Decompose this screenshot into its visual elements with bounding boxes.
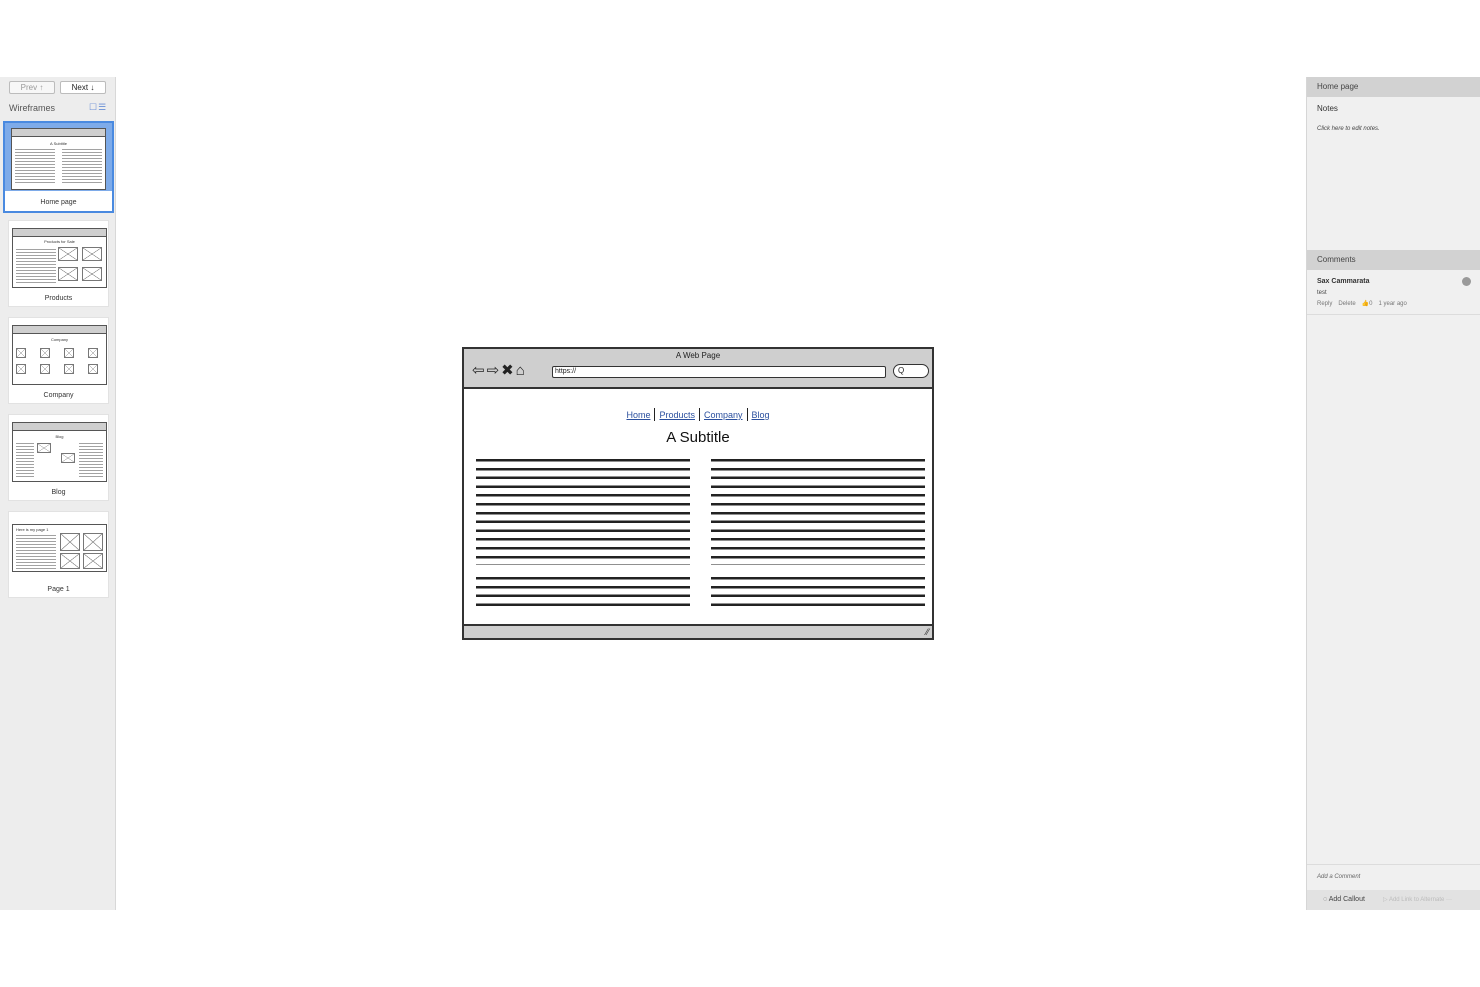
thumbnail-image-placeholder xyxy=(64,364,74,374)
page-subtitle: A Subtitle xyxy=(666,429,730,446)
thumbnail-label: Company xyxy=(43,392,74,399)
thumbnail-preview: Products for Sale xyxy=(12,228,107,288)
thumbnail-label: Products xyxy=(44,295,73,302)
thumbnail-products[interactable]: Products for Sale Products xyxy=(8,220,109,307)
thumbnail-image-placeholder xyxy=(37,443,51,453)
thumbnail-image-placeholder xyxy=(64,348,74,358)
sidebar-title: Wireframes xyxy=(9,103,56,113)
properties-panel: Home page Notes Click here to edit notes… xyxy=(1306,77,1480,910)
thumbnail-mini-title: Products for Sale xyxy=(44,239,75,244)
thumbnail-image-placeholder xyxy=(60,553,80,569)
thumbnail-image-placeholder xyxy=(16,364,26,374)
notes-label: Notes xyxy=(1317,104,1338,113)
url-field: https:// xyxy=(552,366,886,378)
next-button[interactable]: Next ↓ xyxy=(60,81,106,94)
divider xyxy=(1307,314,1480,315)
notes-field[interactable]: Click here to edit notes. xyxy=(1317,126,1380,132)
browser-status-bar: ⁄⁄ xyxy=(464,624,932,638)
thumbnail-image-placeholder xyxy=(60,533,80,551)
browser-chrome: A Web Page ⇦⇨✖⌂ https:// Q xyxy=(464,349,932,389)
thumbnail-chrome xyxy=(12,129,105,137)
thumbnail-label: Page 1 xyxy=(47,586,70,593)
thumbnail-lines xyxy=(16,443,34,477)
panel-footer: ◌ Add Callout ▷ Add Link to Alternate ··… xyxy=(1307,890,1480,910)
thumbnail-image-placeholder xyxy=(88,364,98,374)
comment-time: 1 year ago xyxy=(1378,301,1407,307)
link-blog: Blog xyxy=(751,410,770,420)
like-button[interactable]: 👍0 xyxy=(1362,301,1373,307)
thumbnail-image-placeholder xyxy=(58,247,78,261)
divider xyxy=(1307,864,1480,865)
resize-grip-icon: ⁄⁄ xyxy=(925,627,929,637)
add-callout-button[interactable]: ◌ Add Callout xyxy=(1323,896,1365,903)
comment-actions: Reply Delete 👍0 1 year ago xyxy=(1317,300,1413,307)
thumbnail-mini-title: A Subtitle xyxy=(50,141,67,146)
thumbnail-blog[interactable]: Blog Blog xyxy=(8,414,109,501)
thumbnail-image-placeholder xyxy=(82,267,102,281)
text-block-right xyxy=(711,459,925,565)
link-home: Home xyxy=(626,410,651,420)
thumbnail-image-placeholder xyxy=(83,553,103,569)
thumbnail-chrome xyxy=(13,423,106,431)
thumbnail-image-placeholder xyxy=(16,348,26,358)
window-title: A Web Page xyxy=(675,351,721,360)
thumbnail-image-placeholder xyxy=(82,247,102,261)
reply-link[interactable]: Reply xyxy=(1317,301,1332,307)
text-block-left-2 xyxy=(476,577,690,612)
thumbnail-label: Home page xyxy=(40,199,77,206)
thumbnail-chrome xyxy=(13,326,106,334)
thumbnail-preview: Here is my page 1 xyxy=(12,524,107,572)
thumbnail-company[interactable]: Company Company xyxy=(8,317,109,404)
thumbnail-home-page[interactable]: A Subtitle Home page xyxy=(3,121,114,213)
link-company: Company xyxy=(704,410,743,420)
thumbnail-page-1[interactable]: Here is my page 1 Page 1 xyxy=(8,511,109,598)
thumbnail-lines xyxy=(62,149,102,183)
delete-link[interactable]: Delete xyxy=(1338,301,1355,307)
thumbnail-lines xyxy=(16,535,56,569)
view-toggle-icon[interactable]: ☐☰ xyxy=(89,102,107,113)
thumbnail-image-placeholder xyxy=(40,364,50,374)
wireframes-sidebar: Prev ↑ Next ↓ Wireframes ☐☰ A Subtitle H… xyxy=(0,77,116,910)
thumbnail-chrome xyxy=(13,229,106,237)
link-bar: Home Products Company Blog xyxy=(464,408,932,421)
add-comment-input[interactable]: Add a Comment xyxy=(1317,874,1360,880)
thumbnail-preview: Company xyxy=(12,325,107,385)
avatar xyxy=(1462,277,1471,286)
text-block-right-2 xyxy=(711,577,925,612)
search-icon: Q xyxy=(893,364,929,378)
link-products: Products xyxy=(659,410,695,420)
add-link-button[interactable]: ▷ Add Link to Alternate ··· xyxy=(1383,896,1452,903)
thumbnail-image-placeholder xyxy=(83,533,103,551)
browser-nav-icons: ⇦⇨✖⌂ xyxy=(472,362,527,379)
page-name-header: Home page xyxy=(1307,77,1480,97)
thumbnail-image-placeholder xyxy=(58,267,78,281)
thumbnail-lines xyxy=(15,149,55,183)
thumbnail-preview: Blog xyxy=(12,422,107,482)
comment-author: Sax Cammarata xyxy=(1317,278,1370,285)
browser-wireframe[interactable]: A Web Page ⇦⇨✖⌂ https:// Q Home Products C… xyxy=(462,347,934,640)
thumbnail-lines xyxy=(16,249,56,283)
comment-text: test xyxy=(1317,290,1327,296)
thumbnail-mini-title: Company xyxy=(50,337,69,342)
thumbnail-mini-title: Blog xyxy=(55,434,64,439)
thumbnail-image-placeholder xyxy=(61,453,75,463)
page-navigation: Prev ↑ Next ↓ xyxy=(9,81,106,94)
text-block-left xyxy=(476,459,690,565)
app-window: Prev ↑ Next ↓ Wireframes ☐☰ A Subtitle H… xyxy=(0,77,1480,910)
thumbnail-lines xyxy=(79,443,103,477)
thumbnail-mini-title: Here is my page 1 xyxy=(16,527,49,532)
thumbnail-image-placeholder xyxy=(40,348,50,358)
comments-header: Comments xyxy=(1307,250,1480,270)
thumbnail-preview: A Subtitle xyxy=(11,128,106,190)
thumbnail-image-placeholder xyxy=(88,348,98,358)
prev-button[interactable]: Prev ↑ xyxy=(9,81,55,94)
thumbnail-label: Blog xyxy=(51,489,66,496)
